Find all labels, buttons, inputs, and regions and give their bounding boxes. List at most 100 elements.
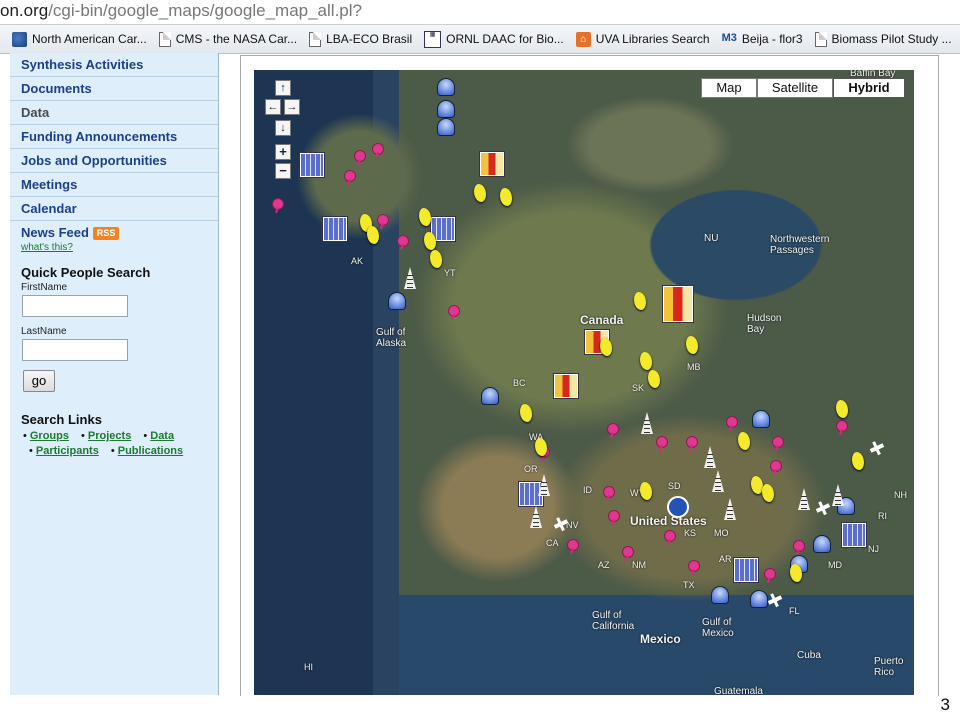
zoom-in-icon[interactable]: + bbox=[275, 144, 291, 160]
yellow-marker[interactable] bbox=[852, 452, 864, 470]
pin-marker[interactable] bbox=[370, 143, 384, 159]
yellow-marker[interactable] bbox=[640, 482, 652, 500]
pin-marker[interactable] bbox=[395, 235, 409, 251]
yellow-marker[interactable] bbox=[836, 400, 848, 418]
buoy-marker[interactable] bbox=[813, 535, 831, 553]
yellow-marker[interactable] bbox=[634, 292, 646, 310]
map-type-map-button[interactable]: Map bbox=[701, 78, 757, 98]
tower-marker[interactable] bbox=[641, 412, 653, 434]
sidebar-item-data[interactable]: Data bbox=[10, 101, 218, 125]
yellow-marker[interactable] bbox=[686, 336, 698, 354]
yellow-marker[interactable] bbox=[762, 484, 774, 502]
pan-left-icon[interactable]: ← bbox=[265, 99, 281, 115]
pin-marker[interactable] bbox=[770, 436, 784, 452]
tower-marker[interactable] bbox=[798, 488, 810, 510]
buoy-marker[interactable] bbox=[711, 586, 729, 604]
bookmark-north-american-carbon[interactable]: North American Car... bbox=[12, 31, 147, 47]
sidebar-item-jobs[interactable]: Jobs and Opportunities bbox=[10, 149, 218, 173]
pin-marker[interactable] bbox=[620, 546, 634, 562]
buoy-marker[interactable] bbox=[437, 78, 455, 96]
bookmark-cms-nasa[interactable]: CMS - the NASA Car... bbox=[158, 31, 297, 47]
sidebar-item-calendar[interactable]: Calendar bbox=[10, 197, 218, 221]
lastname-field[interactable] bbox=[22, 339, 128, 361]
pin-marker[interactable] bbox=[601, 486, 615, 502]
pan-up-icon[interactable]: ↑ bbox=[275, 80, 291, 96]
yellow-marker[interactable] bbox=[500, 188, 512, 206]
sidebar-item-news-feed[interactable]: News Feed RSS bbox=[10, 221, 218, 244]
pin-marker[interactable] bbox=[352, 150, 366, 166]
buoy-marker[interactable] bbox=[752, 410, 770, 428]
aircraft-marker[interactable] bbox=[767, 595, 783, 605]
google-map[interactable]: Map Satellite Hybrid ↑ ← → ↓ + − Baffin … bbox=[254, 70, 914, 695]
bookmark-lba-eco[interactable]: LBA-ECO Brasil bbox=[309, 31, 412, 47]
buoy-marker[interactable] bbox=[437, 118, 455, 136]
pin-marker[interactable] bbox=[605, 423, 619, 439]
yellow-marker[interactable] bbox=[600, 338, 612, 356]
sidebar-item-funding[interactable]: Funding Announcements bbox=[10, 125, 218, 149]
yellow-marker[interactable] bbox=[419, 208, 431, 226]
tower-marker[interactable] bbox=[704, 446, 716, 468]
pin-marker[interactable] bbox=[342, 170, 356, 186]
link-data[interactable]: Data bbox=[150, 430, 174, 442]
zoom-out-icon[interactable]: − bbox=[275, 163, 291, 179]
tower-marker[interactable] bbox=[538, 474, 550, 496]
map-type-hybrid-button[interactable]: Hybrid bbox=[833, 78, 905, 98]
pin-marker[interactable] bbox=[684, 436, 698, 452]
heatgrid-marker[interactable] bbox=[663, 286, 693, 322]
yellow-marker[interactable] bbox=[424, 232, 436, 250]
pin-marker[interactable] bbox=[662, 530, 676, 546]
pin-marker[interactable] bbox=[768, 460, 782, 476]
bookmark-beija-flor[interactable]: M3 Beija - flor3 bbox=[722, 32, 803, 47]
yellow-marker[interactable] bbox=[520, 404, 532, 422]
tower-marker[interactable] bbox=[530, 506, 542, 528]
yellow-marker[interactable] bbox=[430, 250, 442, 268]
sidebar-item-documents[interactable]: Documents bbox=[10, 77, 218, 101]
bookmark-ornl-daac[interactable]: ▦ ORNL DAAC for Bio... bbox=[424, 30, 564, 48]
yellow-marker[interactable] bbox=[648, 370, 660, 388]
grid-marker[interactable] bbox=[734, 558, 758, 582]
buoy-marker[interactable] bbox=[750, 590, 768, 608]
pin-marker[interactable] bbox=[446, 305, 460, 321]
pin-marker[interactable] bbox=[762, 568, 776, 584]
grid-marker[interactable] bbox=[842, 523, 866, 547]
tower-marker[interactable] bbox=[712, 470, 724, 492]
address-bar[interactable]: on.org/cgi-bin/google_maps/google_map_al… bbox=[0, 0, 960, 22]
tower-marker[interactable] bbox=[832, 484, 844, 506]
yellow-marker[interactable] bbox=[367, 226, 379, 244]
buoy-marker[interactable] bbox=[437, 100, 455, 118]
bookmark-biomass-pilot[interactable]: Biomass Pilot Study ... bbox=[814, 31, 952, 47]
link-projects[interactable]: Projects bbox=[88, 430, 131, 442]
link-groups[interactable]: Groups bbox=[30, 430, 69, 442]
heatgrid-marker[interactable] bbox=[480, 152, 504, 176]
pin-marker[interactable] bbox=[375, 214, 389, 230]
bookmark-uva-libraries[interactable]: ⌂ UVA Libraries Search bbox=[575, 31, 710, 47]
tower-marker[interactable] bbox=[404, 267, 416, 289]
go-button[interactable]: go bbox=[23, 370, 55, 392]
yellow-marker[interactable] bbox=[474, 184, 486, 202]
pin-marker[interactable] bbox=[565, 539, 579, 555]
buoy-marker[interactable] bbox=[481, 387, 499, 405]
sidebar-item-synthesis[interactable]: Synthesis Activities bbox=[10, 53, 218, 77]
yellow-marker[interactable] bbox=[790, 564, 802, 582]
link-participants[interactable]: Participants bbox=[36, 445, 99, 457]
aircraft-marker[interactable] bbox=[869, 443, 885, 453]
pin-marker[interactable] bbox=[834, 420, 848, 436]
map-type-satellite-button[interactable]: Satellite bbox=[757, 78, 833, 98]
pin-marker[interactable] bbox=[724, 416, 738, 432]
grid-marker[interactable] bbox=[323, 217, 347, 241]
yellow-marker[interactable] bbox=[640, 352, 652, 370]
heatgrid-marker[interactable] bbox=[554, 374, 578, 398]
grid-marker[interactable] bbox=[300, 153, 324, 177]
tower-marker[interactable] bbox=[724, 498, 736, 520]
pan-down-icon[interactable]: ↓ bbox=[275, 120, 291, 136]
link-publications[interactable]: Publications bbox=[118, 445, 183, 457]
location-beacon-icon[interactable] bbox=[667, 496, 689, 518]
pan-right-icon[interactable]: → bbox=[284, 99, 300, 115]
aircraft-marker[interactable] bbox=[815, 503, 831, 513]
pin-marker[interactable] bbox=[654, 436, 668, 452]
yellow-marker[interactable] bbox=[535, 438, 547, 456]
firstname-field[interactable] bbox=[22, 295, 128, 317]
pin-marker[interactable] bbox=[686, 560, 700, 576]
rss-icon[interactable]: RSS bbox=[92, 227, 120, 241]
pin-marker[interactable] bbox=[270, 198, 284, 214]
